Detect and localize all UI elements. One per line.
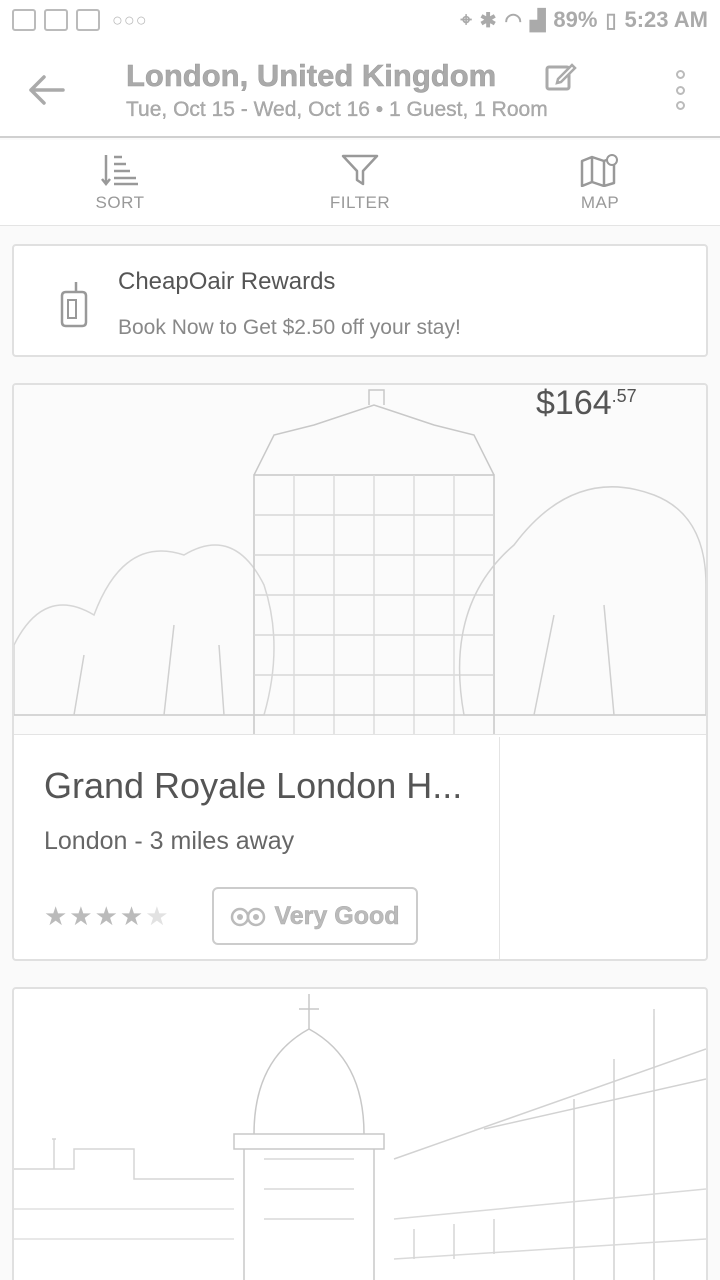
map-label: MAP [580,192,620,212]
hotel-photo-illustration [14,389,706,734]
status-bar: ○○○ ⌖ ✱ ◠ ▟ 89% ▯ 5:23 AM [0,0,720,40]
more-dot-icon [675,85,685,95]
edit-search-button[interactable] [544,60,578,94]
price-cents: .57 [611,386,637,406]
tripadvisor-owl-icon [231,907,266,927]
image-notification-icon [12,9,36,31]
rewards-title: CheapOair Rewards [118,268,336,295]
filled-stars-icon: ★★★★ [44,901,146,931]
destination-title: London, United Kingdom [126,58,497,94]
star-rating: ★★★★★ [44,901,171,932]
rating-text: Very Good [274,901,400,930]
filter-icon [341,154,379,185]
overflow-menu-button[interactable] [664,70,696,110]
hotel-price: $164.57 [536,384,637,423]
map-icon [580,153,618,187]
search-summary[interactable]: London, United Kingdom Tue, Oct 15 - Wed… [126,58,596,122]
sort-icon [101,154,138,186]
empty-star-icon: ★ [145,901,171,931]
system-icons: ⌖ ✱ ◠ ▟ 89% ▯ 5:23 AM [461,7,708,33]
hotel-card[interactable]: Grand Royale London H... London - 3 mile… [12,383,708,961]
hotel-photo-illustration [14,994,706,1280]
price-dollars: $164 [536,384,612,422]
app-header: London, United Kingdom Tue, Oct 15 - Wed… [0,40,720,138]
notification-icons: ○○○ [12,9,148,31]
sort-button[interactable]: SORT [0,140,240,225]
battery-icon: ▯ [605,9,617,32]
results-toolbar: SORT FILTER MAP [0,140,720,226]
clock: 5:23 AM [624,7,708,32]
battery-percent: 89% [553,7,598,32]
bluetooth-icon: ✱ [479,9,497,32]
location-icon: ⌖ [460,8,472,31]
filter-button[interactable]: FILTER [240,140,480,225]
filter-label: FILTER [329,192,391,212]
hotel-photo[interactable] [14,385,706,735]
hotel-name: Grand Royale London H... [44,765,463,806]
hotel-card[interactable] [12,987,708,1280]
hotel-distance: London - 3 miles away [44,827,295,855]
more-dot-icon [675,101,685,110]
tripadvisor-rating-badge: Very Good [212,887,418,945]
edit-icon [545,63,577,91]
check-notification-icon [44,9,68,31]
rewards-offer-text: Book Now to Get $2.50 off your stay! [118,316,461,339]
sort-label: SORT [95,192,145,212]
map-button[interactable]: MAP [480,140,720,225]
hotel-details: Grand Royale London H... London - 3 mile… [14,737,500,959]
more-notifications-icon: ○○○ [112,9,148,30]
signal-icon: ▟ [530,9,546,32]
mail-notification-icon [76,9,100,31]
rewards-banner[interactable]: CheapOair Rewards Book Now to Get $2.50 … [12,244,708,357]
more-dot-icon [675,70,685,79]
rewards-logo-icon [60,282,88,328]
stay-details: Tue, Oct 15 - Wed, Oct 16 • 1 Guest, 1 R… [126,98,548,121]
back-arrow-icon [29,75,65,105]
wifi-icon: ◠ [504,9,522,32]
back-button[interactable] [24,68,68,112]
